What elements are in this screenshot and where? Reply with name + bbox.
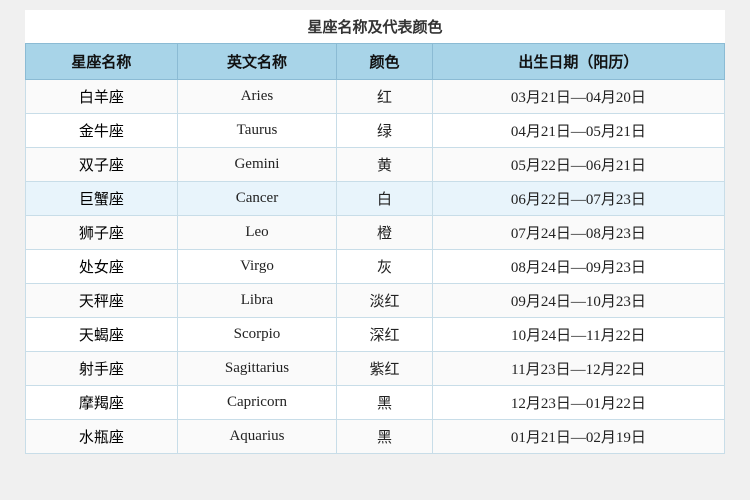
table-row: 天秤座Libra淡红09月24日—10月23日 [26, 284, 725, 318]
cell-8-0: 射手座 [26, 352, 178, 386]
cell-3-1: Cancer [177, 182, 337, 216]
cell-7-3: 10月24日—11月22日 [432, 318, 724, 352]
cell-6-0: 天秤座 [26, 284, 178, 318]
table-row: 天蝎座Scorpio深红10月24日—11月22日 [26, 318, 725, 352]
cell-10-2: 黑 [337, 420, 433, 454]
table-row: 白羊座Aries红03月21日—04月20日 [26, 80, 725, 114]
cell-0-2: 红 [337, 80, 433, 114]
cell-2-2: 黄 [337, 148, 433, 182]
cell-8-3: 11月23日—12月22日 [432, 352, 724, 386]
cell-10-3: 01月21日—02月19日 [432, 420, 724, 454]
cell-4-0: 狮子座 [26, 216, 178, 250]
cell-10-1: Aquarius [177, 420, 337, 454]
table-row: 摩羯座Capricorn黑12月23日—01月22日 [26, 386, 725, 420]
cell-6-1: Libra [177, 284, 337, 318]
table-row: 金牛座Taurus绿04月21日—05月21日 [26, 114, 725, 148]
cell-1-3: 04月21日—05月21日 [432, 114, 724, 148]
cell-0-3: 03月21日—04月20日 [432, 80, 724, 114]
header-date: 出生日期（阳历） [432, 44, 724, 80]
table-row: 水瓶座Aquarius黑01月21日—02月19日 [26, 420, 725, 454]
cell-9-1: Capricorn [177, 386, 337, 420]
cell-7-2: 深红 [337, 318, 433, 352]
cell-6-2: 淡红 [337, 284, 433, 318]
table-header-row: 星座名称 英文名称 颜色 出生日期（阳历） [26, 44, 725, 80]
cell-2-0: 双子座 [26, 148, 178, 182]
cell-9-0: 摩羯座 [26, 386, 178, 420]
table-row: 狮子座Leo橙07月24日—08月23日 [26, 216, 725, 250]
cell-0-0: 白羊座 [26, 80, 178, 114]
zodiac-table: 星座名称 英文名称 颜色 出生日期（阳历） 白羊座Aries红03月21日—04… [25, 43, 725, 454]
table-row: 处女座Virgo灰08月24日—09月23日 [26, 250, 725, 284]
cell-1-2: 绿 [337, 114, 433, 148]
cell-5-1: Virgo [177, 250, 337, 284]
cell-3-0: 巨蟹座 [26, 182, 178, 216]
cell-5-3: 08月24日—09月23日 [432, 250, 724, 284]
cell-7-1: Scorpio [177, 318, 337, 352]
cell-4-3: 07月24日—08月23日 [432, 216, 724, 250]
cell-9-3: 12月23日—01月22日 [432, 386, 724, 420]
cell-8-2: 紫红 [337, 352, 433, 386]
table-row: 双子座Gemini黄05月22日—06月21日 [26, 148, 725, 182]
cell-5-0: 处女座 [26, 250, 178, 284]
header-color: 颜色 [337, 44, 433, 80]
cell-2-3: 05月22日—06月21日 [432, 148, 724, 182]
cell-8-1: Sagittarius [177, 352, 337, 386]
cell-1-1: Taurus [177, 114, 337, 148]
cell-2-1: Gemini [177, 148, 337, 182]
table-row: 巨蟹座Cancer白06月22日—07月23日 [26, 182, 725, 216]
cell-4-2: 橙 [337, 216, 433, 250]
cell-0-1: Aries [177, 80, 337, 114]
page-title: 星座名称及代表颜色 [25, 10, 725, 43]
cell-10-0: 水瓶座 [26, 420, 178, 454]
cell-3-2: 白 [337, 182, 433, 216]
cell-1-0: 金牛座 [26, 114, 178, 148]
cell-9-2: 黑 [337, 386, 433, 420]
header-en: 英文名称 [177, 44, 337, 80]
table-row: 射手座Sagittarius紫红11月23日—12月22日 [26, 352, 725, 386]
cell-5-2: 灰 [337, 250, 433, 284]
cell-7-0: 天蝎座 [26, 318, 178, 352]
header-zh: 星座名称 [26, 44, 178, 80]
main-container: 星座名称及代表颜色 星座名称 英文名称 颜色 出生日期（阳历） 白羊座Aries… [25, 10, 725, 454]
cell-6-3: 09月24日—10月23日 [432, 284, 724, 318]
cell-4-1: Leo [177, 216, 337, 250]
cell-3-3: 06月22日—07月23日 [432, 182, 724, 216]
